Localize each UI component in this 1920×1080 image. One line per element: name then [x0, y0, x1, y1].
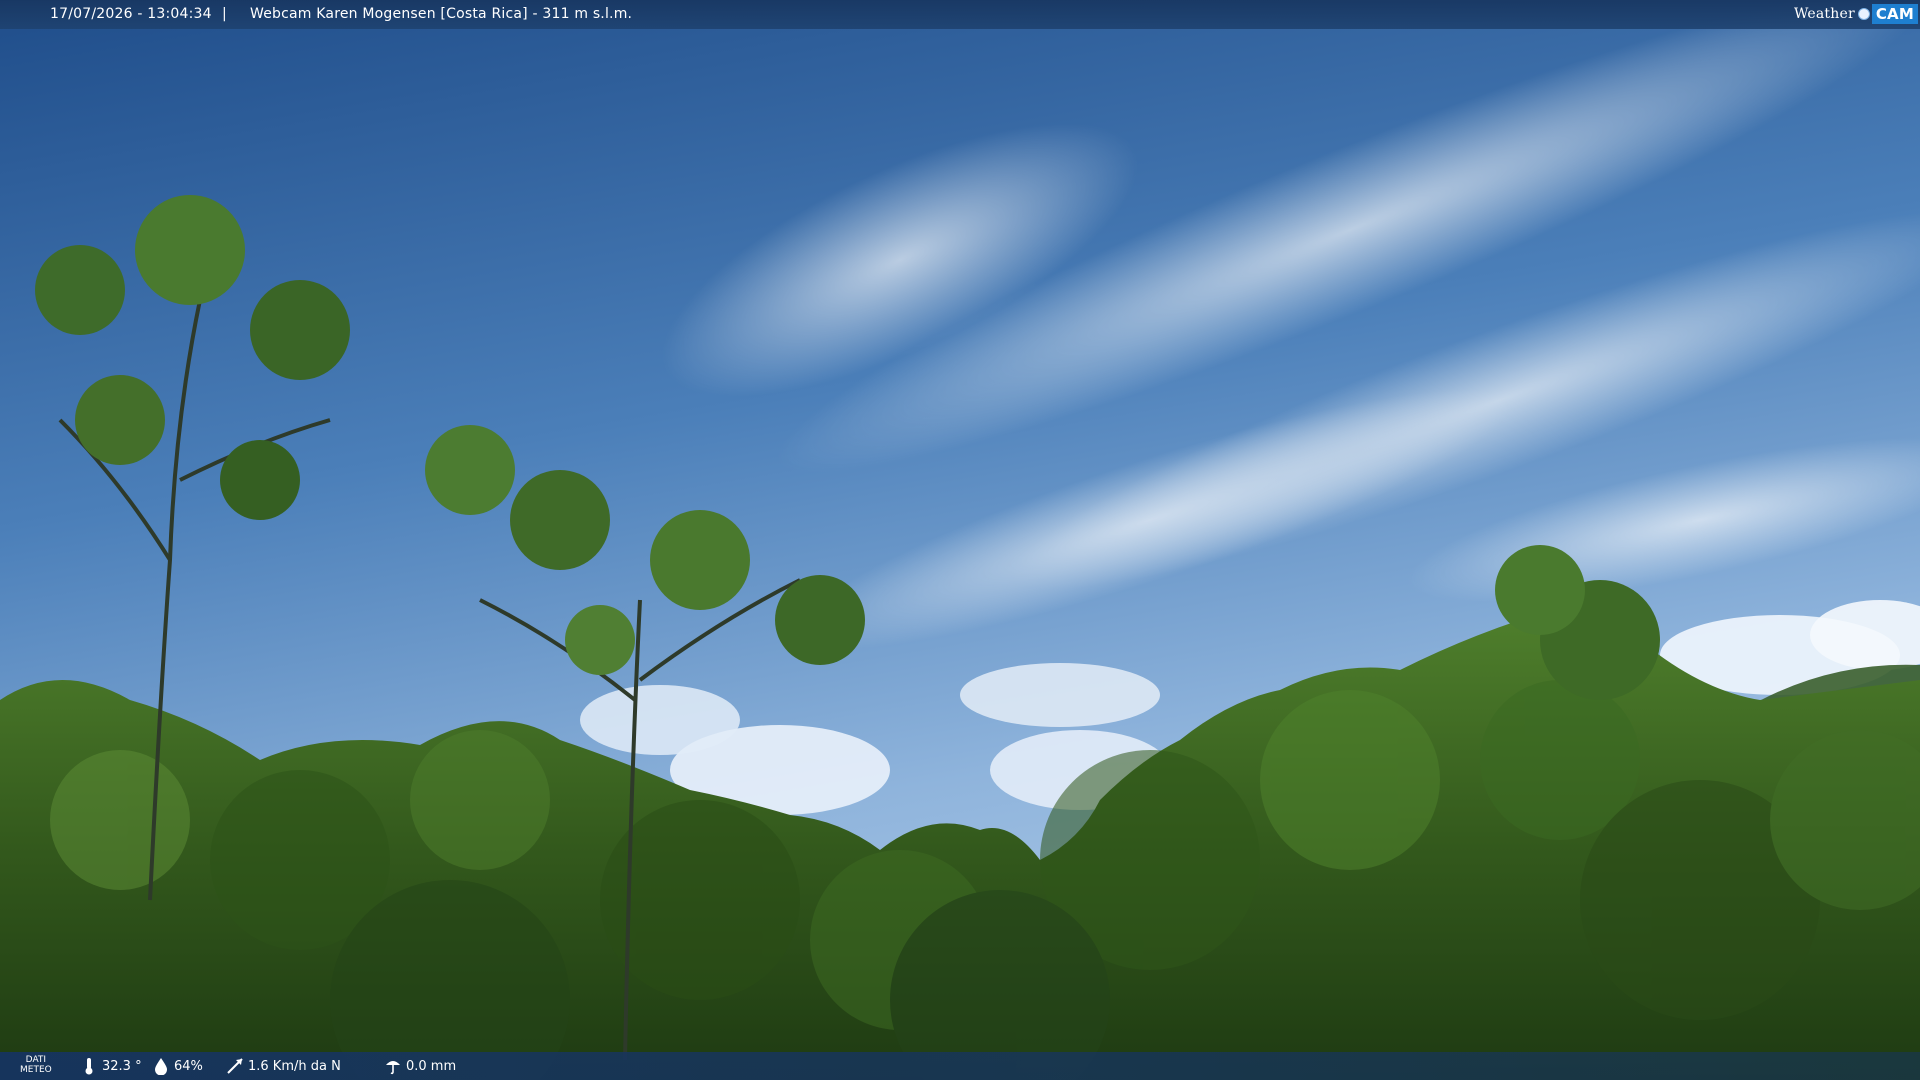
webcam-frame: 17/07/2026 - 13:04:34 | Webcam Karen Mog…: [0, 0, 1920, 1080]
rain-value: 0.0 mm: [406, 1058, 457, 1074]
wind-readout: 1.6 Km/h da N: [226, 1057, 341, 1075]
weather-data-bar: DATI METEO 32.3 ° 64% 1.6 Km/h da N 0.0 …: [0, 1052, 1920, 1080]
dati-line2: METEO: [20, 1065, 52, 1075]
humidity-readout: 64%: [152, 1057, 203, 1075]
datetime-label: 17/07/2026 - 13:04:34: [50, 6, 212, 22]
logo-word: Weather: [1793, 6, 1855, 22]
temperature-value: 32.3 °: [102, 1058, 142, 1074]
weathercam-logo[interactable]: Weather CAM: [1791, 3, 1918, 25]
dati-line1: DATI: [25, 1055, 47, 1065]
rain-gauge-icon: [386, 1061, 400, 1075]
humidity-icon: [155, 1058, 167, 1075]
top-info-bar: 17/07/2026 - 13:04:34 | Webcam Karen Mog…: [0, 0, 1920, 29]
webcam-title: Webcam Karen Mogensen [Costa Rica] - 311…: [250, 6, 633, 22]
wind-value: 1.6 Km/h da N: [248, 1058, 341, 1074]
wind-icon: [227, 1058, 243, 1074]
humidity-value: 64%: [174, 1058, 203, 1074]
dati-meteo-label: DATI METEO: [20, 1055, 52, 1075]
logo-dot-icon: [1857, 8, 1870, 20]
rain-readout: 0.0 mm: [384, 1057, 456, 1075]
thermometer-icon: [85, 1058, 93, 1075]
temperature-readout: 32.3 °: [80, 1057, 142, 1075]
logo-cam: CAM: [1871, 4, 1918, 24]
title-separator: |: [222, 6, 227, 22]
webcam-scene: [0, 0, 1920, 1080]
